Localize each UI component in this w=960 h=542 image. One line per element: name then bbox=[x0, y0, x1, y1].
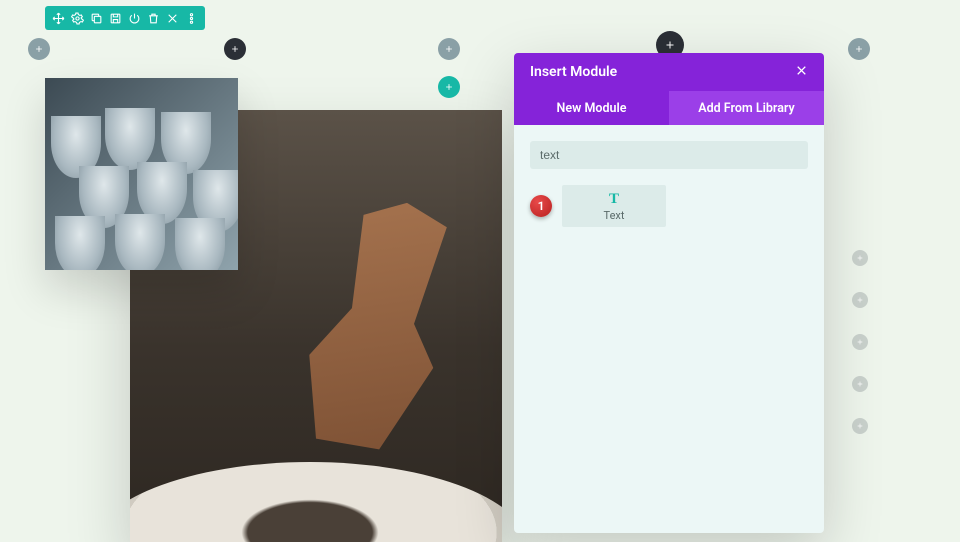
add-column-button[interactable] bbox=[848, 38, 870, 60]
close-icon[interactable] bbox=[163, 9, 182, 27]
add-placeholder-button[interactable] bbox=[852, 334, 868, 350]
tab-new-module[interactable]: New Module bbox=[514, 91, 669, 125]
add-column-button[interactable] bbox=[438, 38, 460, 60]
power-icon[interactable] bbox=[125, 9, 144, 27]
add-module-button[interactable] bbox=[224, 38, 246, 60]
module-card-label: Text bbox=[604, 209, 625, 222]
modal-body: 1 T Text bbox=[514, 125, 824, 533]
tab-add-from-library[interactable]: Add From Library bbox=[669, 91, 824, 125]
module-card-text[interactable]: T Text bbox=[562, 185, 666, 227]
move-icon[interactable] bbox=[49, 9, 68, 27]
add-row-button[interactable] bbox=[28, 38, 50, 60]
callout-badge-1: 1 bbox=[530, 195, 552, 217]
modal-tabs: New Module Add From Library bbox=[514, 91, 824, 125]
add-section-button[interactable] bbox=[438, 76, 460, 98]
more-icon[interactable] bbox=[182, 9, 201, 27]
modal-close-button[interactable] bbox=[795, 64, 808, 81]
module-search-input[interactable] bbox=[530, 141, 808, 169]
add-placeholder-button[interactable] bbox=[852, 418, 868, 434]
image-cups bbox=[45, 78, 238, 270]
add-placeholder-button[interactable] bbox=[852, 376, 868, 392]
gear-icon[interactable] bbox=[68, 9, 87, 27]
trash-icon[interactable] bbox=[144, 9, 163, 27]
save-icon[interactable] bbox=[106, 9, 125, 27]
duplicate-icon[interactable] bbox=[87, 9, 106, 27]
add-placeholder-button[interactable] bbox=[852, 292, 868, 308]
search-results: 1 T Text bbox=[530, 185, 808, 227]
add-placeholder-button[interactable] bbox=[852, 250, 868, 266]
modal-header: Insert Module bbox=[514, 53, 824, 91]
modal-title: Insert Module bbox=[530, 64, 617, 80]
module-toolbar bbox=[45, 6, 205, 30]
text-module-icon: T bbox=[609, 191, 619, 208]
insert-module-modal: Insert Module New Module Add From Librar… bbox=[514, 53, 824, 533]
